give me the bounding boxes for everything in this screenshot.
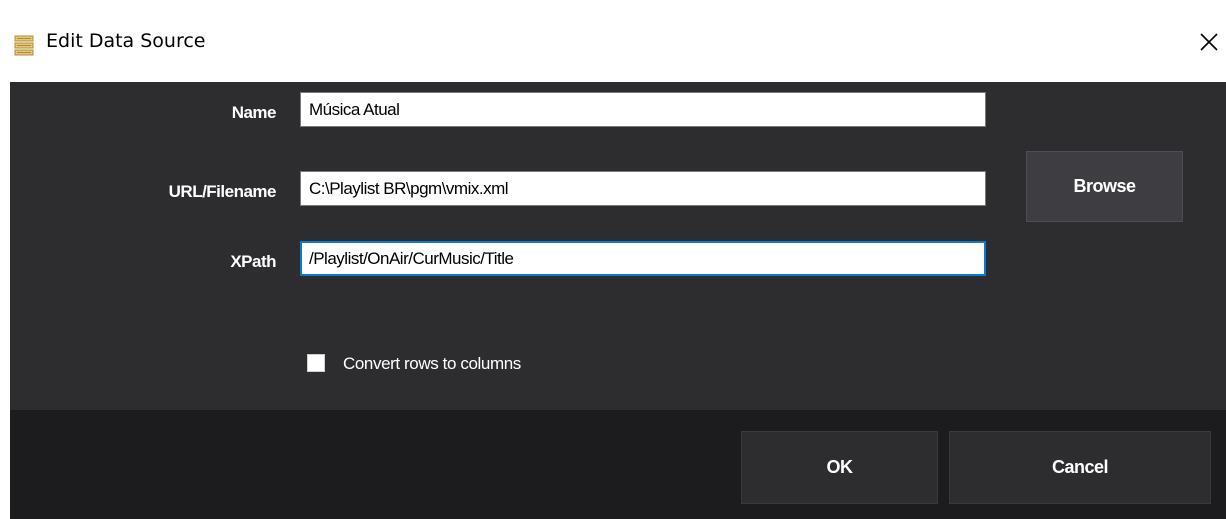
name-input[interactable]: [300, 92, 986, 127]
convert-rows-checkbox[interactable]: [307, 354, 325, 372]
xpath-input[interactable]: [300, 241, 986, 276]
close-icon: [1199, 32, 1219, 57]
title-bar[interactable]: Edit Data Source: [0, 0, 1226, 82]
window-title: Edit Data Source: [46, 30, 206, 52]
url-filename-label: URL/Filename: [168, 182, 277, 201]
ok-button[interactable]: OK: [741, 431, 938, 504]
cancel-button-label: Cancel: [1051, 457, 1109, 477]
edit-data-source-dialog: Edit Data Source Name URL/Filename Brows…: [0, 0, 1226, 519]
browse-button[interactable]: Browse: [1026, 151, 1183, 222]
browse-button-label: Browse: [1073, 176, 1136, 196]
database-icon: [14, 35, 34, 57]
convert-rows-label[interactable]: Convert rows to columns: [343, 354, 521, 374]
name-label: Name: [231, 103, 277, 122]
url-filename-input[interactable]: [300, 171, 986, 206]
close-button[interactable]: [1192, 22, 1226, 66]
cancel-button[interactable]: Cancel: [949, 431, 1211, 504]
xpath-label: XPath: [230, 252, 276, 271]
ok-button-label: OK: [826, 457, 854, 477]
